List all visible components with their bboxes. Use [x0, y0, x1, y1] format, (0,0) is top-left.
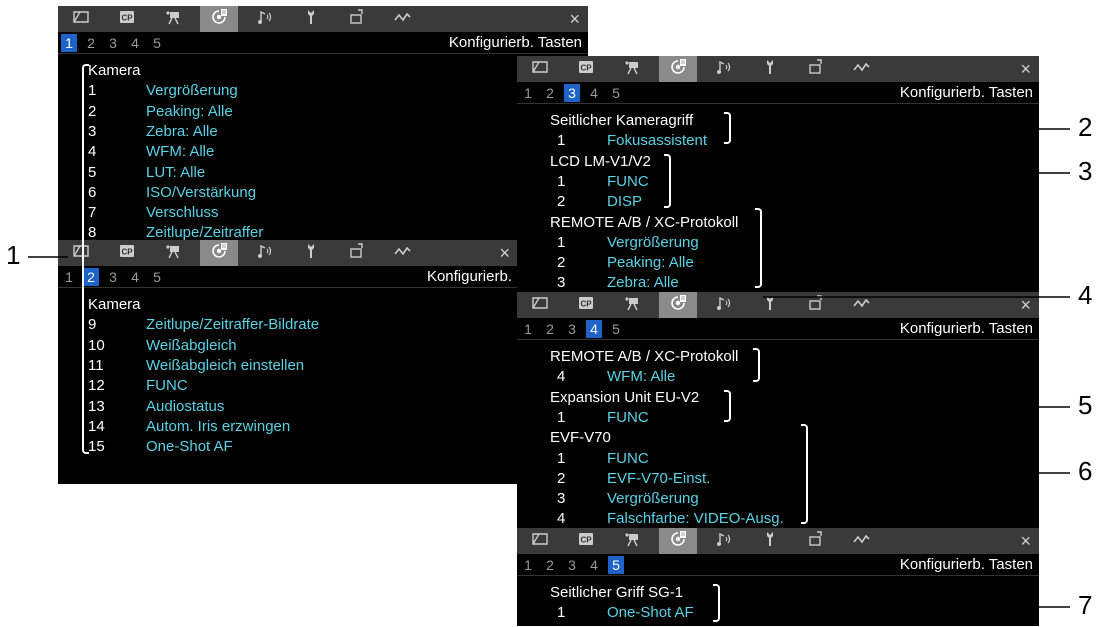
group-bracket-kamera	[82, 64, 89, 454]
callout-7: 7	[1078, 590, 1093, 620]
callout-3: 3	[1078, 156, 1093, 186]
callout-4: 4	[1078, 280, 1093, 310]
callout-6: 6	[1078, 456, 1093, 486]
callout-2: 2	[1078, 112, 1093, 142]
callout-5: 5	[1078, 390, 1093, 420]
callout-1: 1	[6, 240, 21, 270]
callout-leaders	[28, 128, 1070, 608]
